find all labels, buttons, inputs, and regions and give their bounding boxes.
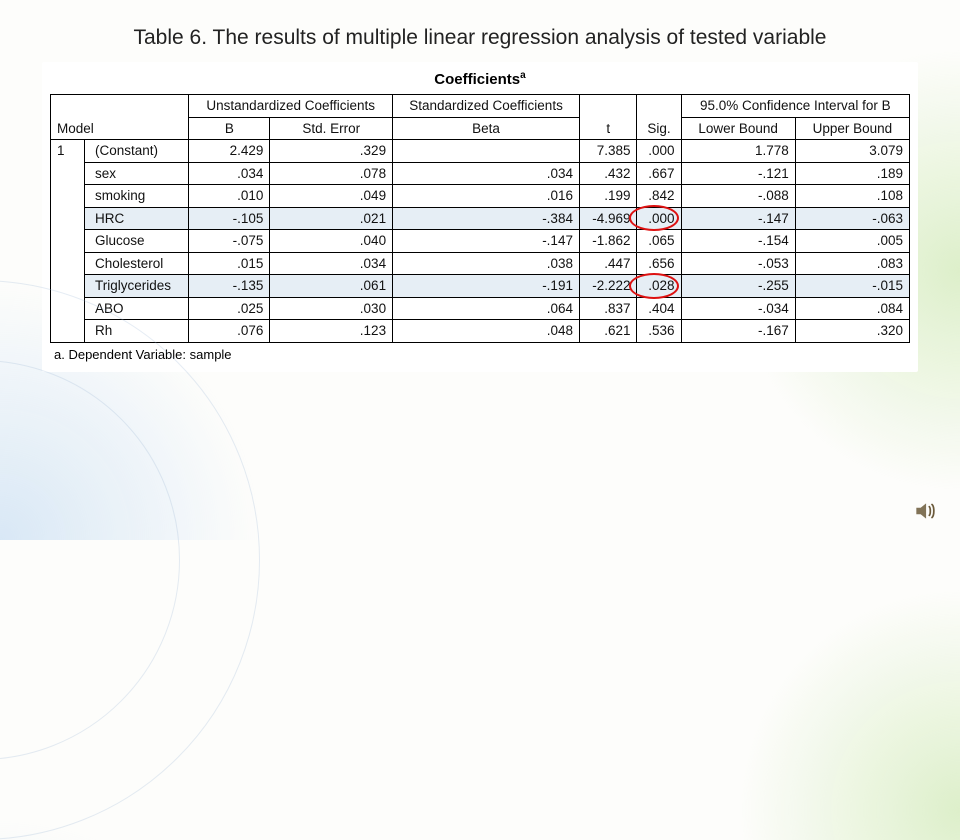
- th-ub: Upper Bound: [795, 117, 909, 140]
- ub-cell: .083: [795, 252, 909, 275]
- ub-cell: .005: [795, 230, 909, 253]
- ub-cell: .320: [795, 320, 909, 343]
- regression-table: Model Unstandardized Coefficients Standa…: [50, 94, 910, 343]
- se-cell: .049: [270, 185, 393, 208]
- lb-cell: -.053: [681, 252, 795, 275]
- table-row: Cholesterol.015.034.038.447.656-.053.083: [51, 252, 910, 275]
- lb-cell: -.121: [681, 162, 795, 185]
- ub-cell: .189: [795, 162, 909, 185]
- sig-cell: .656: [637, 252, 681, 275]
- t-cell: .621: [579, 320, 637, 343]
- se-cell: .123: [270, 320, 393, 343]
- se-cell: .021: [270, 207, 393, 230]
- B-cell: -.075: [189, 230, 270, 253]
- B-cell: .015: [189, 252, 270, 275]
- lb-cell: 1.778: [681, 140, 795, 163]
- B-cell: .010: [189, 185, 270, 208]
- table-footnote: a. Dependent Variable: sample: [50, 343, 910, 362]
- t-cell: -2.222: [579, 275, 637, 298]
- lb-cell: -.167: [681, 320, 795, 343]
- sig-cell: .028: [637, 275, 681, 298]
- B-cell: .076: [189, 320, 270, 343]
- sig-cell: .536: [637, 320, 681, 343]
- sig-cell: .404: [637, 297, 681, 320]
- B-cell: -.105: [189, 207, 270, 230]
- table-row: smoking.010.049.016.199.842-.088.108: [51, 185, 910, 208]
- B-cell: .034: [189, 162, 270, 185]
- se-cell: .034: [270, 252, 393, 275]
- caption-sup: a: [520, 70, 526, 81]
- lb-cell: -.088: [681, 185, 795, 208]
- beta-cell: -.191: [393, 275, 580, 298]
- t-cell: 7.385: [579, 140, 637, 163]
- table-row: Glucose-.075.040-.147-1.862.065-.154.005: [51, 230, 910, 253]
- beta-cell: [393, 140, 580, 163]
- sig-cell: .000: [637, 140, 681, 163]
- ub-cell: -.015: [795, 275, 909, 298]
- se-cell: .040: [270, 230, 393, 253]
- table-row: HRC-.105.021-.384-4.969.000-.147-.063: [51, 207, 910, 230]
- th-se: Std. Error: [270, 117, 393, 140]
- th-b: B: [189, 117, 270, 140]
- beta-cell: -.147: [393, 230, 580, 253]
- table-row: Rh.076.123.048.621.536-.167.320: [51, 320, 910, 343]
- th-lb: Lower Bound: [681, 117, 795, 140]
- sig-cell: .000: [637, 207, 681, 230]
- table-row: sex.034.078.034.432.667-.121.189: [51, 162, 910, 185]
- table-row: 1(Constant)2.429.3297.385.0001.7783.079: [51, 140, 910, 163]
- table-row: Triglycerides-.135.061-.191-2.222.028-.2…: [51, 275, 910, 298]
- page-title: Table 6. The results of multiple linear …: [0, 0, 960, 62]
- th-beta: Beta: [393, 117, 580, 140]
- variable-cell: HRC: [85, 207, 189, 230]
- lb-cell: -.147: [681, 207, 795, 230]
- sig-cell: .842: [637, 185, 681, 208]
- t-cell: -1.862: [579, 230, 637, 253]
- lb-cell: -.255: [681, 275, 795, 298]
- se-cell: .078: [270, 162, 393, 185]
- ub-cell: 3.079: [795, 140, 909, 163]
- variable-cell: sex: [85, 162, 189, 185]
- table-caption: Coefficientsa: [50, 66, 910, 94]
- t-cell: -4.969: [579, 207, 637, 230]
- beta-cell: .064: [393, 297, 580, 320]
- th-std: Standardized Coefficients: [393, 95, 580, 118]
- B-cell: .025: [189, 297, 270, 320]
- beta-cell: .038: [393, 252, 580, 275]
- variable-cell: smoking: [85, 185, 189, 208]
- variable-cell: Cholesterol: [85, 252, 189, 275]
- sig-cell: .065: [637, 230, 681, 253]
- sig-cell: .667: [637, 162, 681, 185]
- beta-cell: .016: [393, 185, 580, 208]
- beta-cell: -.384: [393, 207, 580, 230]
- t-cell: .432: [579, 162, 637, 185]
- th-ci: 95.0% Confidence Interval for B: [681, 95, 909, 118]
- se-cell: .329: [270, 140, 393, 163]
- ub-cell: .084: [795, 297, 909, 320]
- beta-cell: .048: [393, 320, 580, 343]
- t-cell: .199: [579, 185, 637, 208]
- ub-cell: .108: [795, 185, 909, 208]
- th-model: Model: [51, 95, 189, 140]
- th-unstd: Unstandardized Coefficients: [189, 95, 393, 118]
- table-row: ABO.025.030.064.837.404-.034.084: [51, 297, 910, 320]
- B-cell: -.135: [189, 275, 270, 298]
- caption-text: Coefficients: [434, 71, 520, 88]
- se-cell: .030: [270, 297, 393, 320]
- lb-cell: -.034: [681, 297, 795, 320]
- th-sig: Sig.: [637, 95, 681, 140]
- lb-cell: -.154: [681, 230, 795, 253]
- se-cell: .061: [270, 275, 393, 298]
- t-cell: .447: [579, 252, 637, 275]
- variable-cell: (Constant): [85, 140, 189, 163]
- ub-cell: -.063: [795, 207, 909, 230]
- variable-cell: Glucose: [85, 230, 189, 253]
- table-container: Coefficientsa Model Unstandardized Coeff…: [42, 62, 918, 372]
- th-t: t: [579, 95, 637, 140]
- speaker-icon: [912, 498, 938, 524]
- beta-cell: .034: [393, 162, 580, 185]
- t-cell: .837: [579, 297, 637, 320]
- B-cell: 2.429: [189, 140, 270, 163]
- variable-cell: Triglycerides: [85, 275, 189, 298]
